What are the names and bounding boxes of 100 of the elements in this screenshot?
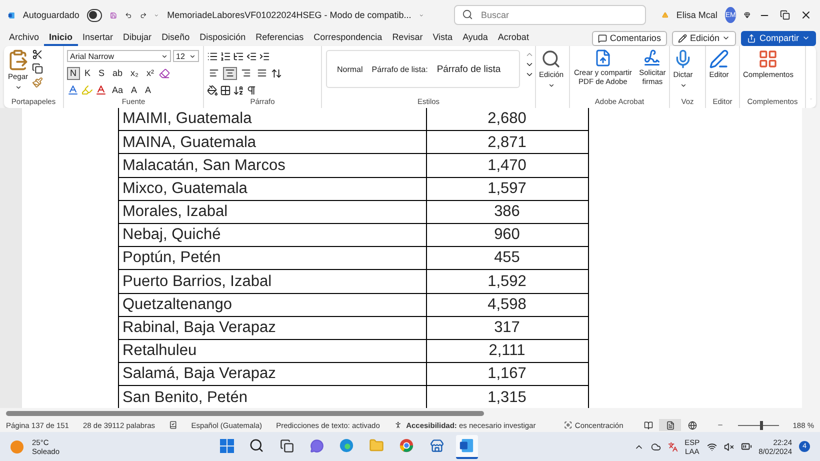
menu-tab[interactable]: Vista [428, 30, 458, 46]
align-button[interactable] [255, 66, 269, 80]
table-cell: Retalhuleu [118, 339, 426, 363]
format-button[interactable]: ab [110, 66, 126, 80]
table-cell: MAIMI, Guatemala [118, 108, 426, 131]
shading-icon[interactable] [207, 84, 218, 96]
volume-muted-icon[interactable] [724, 442, 734, 452]
zoom-thumb[interactable] [760, 420, 764, 430]
format-button[interactable]: x₂ [128, 66, 142, 80]
table-cell: 317 [426, 316, 588, 340]
windows-icon[interactable] [220, 438, 234, 452]
align-button[interactable] [207, 66, 221, 80]
focus-icon[interactable] [564, 420, 572, 430]
format-button[interactable]: Aa [109, 84, 126, 96]
caret-icon [161, 52, 168, 60]
chat-icon[interactable] [310, 438, 324, 452]
table-cell: 4,598 [426, 293, 588, 316]
browser-icon[interactable] [399, 438, 414, 453]
align-button[interactable] [239, 66, 253, 80]
format-button[interactable]: A [128, 84, 140, 96]
table-cell: 1,592 [426, 270, 588, 293]
user-name: Elisa Mcal [676, 10, 718, 20]
borders-icon[interactable] [220, 84, 231, 96]
format-button[interactable]: S [96, 66, 108, 80]
line-spacing-icon[interactable] [271, 68, 282, 78]
table-cell: 386 [426, 200, 588, 224]
pencil-icon [678, 34, 687, 42]
pen-icon [709, 49, 729, 69]
text-effects-icon[interactable] [67, 84, 79, 96]
cut-icon[interactable] [32, 49, 43, 60]
menu-tab[interactable]: Disposición [194, 30, 251, 46]
document-title: MemoriadeLaboresVF01022024HSEG - Modo de compatib... [167, 10, 412, 20]
menu-tab[interactable]: Referencias [250, 30, 309, 46]
table-cell: 455 [426, 246, 588, 270]
view-button[interactable] [659, 419, 682, 431]
close-icon[interactable] [800, 9, 812, 21]
table-cell: 2,111 [426, 339, 588, 363]
format-painter-icon[interactable] [32, 77, 43, 88]
multilevel-list-icon[interactable] [233, 50, 244, 62]
copy-icon[interactable] [32, 63, 43, 74]
book-icon [644, 420, 653, 430]
menu-tab[interactable]: Ayuda [458, 30, 493, 46]
editing-button[interactable]: Edición [672, 30, 736, 46]
clear-format-icon[interactable] [159, 68, 170, 78]
table-cell: 1,167 [426, 362, 588, 386]
page-icon [666, 420, 675, 430]
align-button[interactable] [223, 66, 237, 80]
grid-icon [758, 49, 778, 69]
wifi-icon[interactable] [706, 442, 717, 452]
cloud-icon[interactable] [650, 442, 661, 452]
task-view-icon[interactable] [280, 438, 294, 452]
menu-tab[interactable]: Diseño [156, 30, 195, 46]
increase-indent-icon[interactable] [259, 50, 270, 62]
scroll-down-icon[interactable] [525, 60, 534, 69]
accessibility-icon[interactable] [394, 420, 402, 430]
bullets-icon[interactable] [207, 50, 218, 62]
menu-tab[interactable]: Acrobat [492, 30, 534, 46]
caret-icon [189, 52, 196, 60]
font-color-icon[interactable] [95, 84, 107, 96]
numbering-icon[interactable] [220, 50, 231, 62]
align-right-icon [241, 68, 251, 78]
menu-tab[interactable]: Revisar [387, 30, 428, 46]
caret-icon [14, 84, 22, 91]
format-button[interactable]: K [82, 66, 94, 80]
table-cell: MAINA, Guatemala [118, 130, 426, 154]
menu-tab[interactable]: Archivo [4, 30, 44, 46]
table-cell: Malacatán, San Marcos [118, 154, 426, 178]
sort-icon[interactable] [233, 84, 244, 96]
decrease-indent-icon[interactable] [246, 50, 257, 62]
search-icon[interactable] [249, 438, 264, 453]
style-item[interactable]: Normal [337, 64, 363, 74]
format-button[interactable]: N [67, 66, 80, 80]
battery-icon[interactable] [740, 441, 752, 452]
table-cell: 2,871 [426, 130, 588, 154]
search-field[interactable]: Buscar [454, 5, 646, 25]
restore-icon[interactable] [780, 10, 790, 20]
style-item[interactable]: Párrafo de lista: [372, 64, 428, 74]
vertical-scrollbar[interactable] [802, 108, 820, 408]
font-size-field[interactable]: 12 [173, 50, 199, 62]
style-item[interactable]: Párrafo de lista [436, 64, 501, 74]
clipboard-icon [7, 49, 29, 71]
caret-icon [680, 82, 686, 89]
horizontal-scrollbar[interactable] [6, 410, 484, 416]
menu-tab[interactable]: Correspondencia [308, 30, 388, 46]
pilcrow-icon[interactable] [246, 84, 257, 96]
font-name-field[interactable]: Arial Narrow [67, 50, 171, 62]
menu-tab[interactable]: Dibujar [118, 30, 157, 46]
format-button[interactable]: A [142, 84, 154, 96]
more-styles-icon[interactable] [525, 70, 534, 79]
menu-tab[interactable]: Insertar [78, 30, 118, 46]
share-button[interactable]: Compartir [741, 30, 816, 46]
autosave-toggle[interactable] [87, 8, 102, 22]
search-icon [462, 9, 473, 20]
store-icon[interactable] [430, 438, 444, 452]
comments-button[interactable]: Comentarios [592, 30, 667, 46]
word-icon[interactable] [459, 438, 474, 453]
proofing-icon[interactable] [169, 420, 178, 430]
table-cell: 2,680 [426, 108, 588, 131]
format-button[interactable]: x² [144, 66, 158, 80]
browser-icon[interactable] [339, 438, 354, 453]
